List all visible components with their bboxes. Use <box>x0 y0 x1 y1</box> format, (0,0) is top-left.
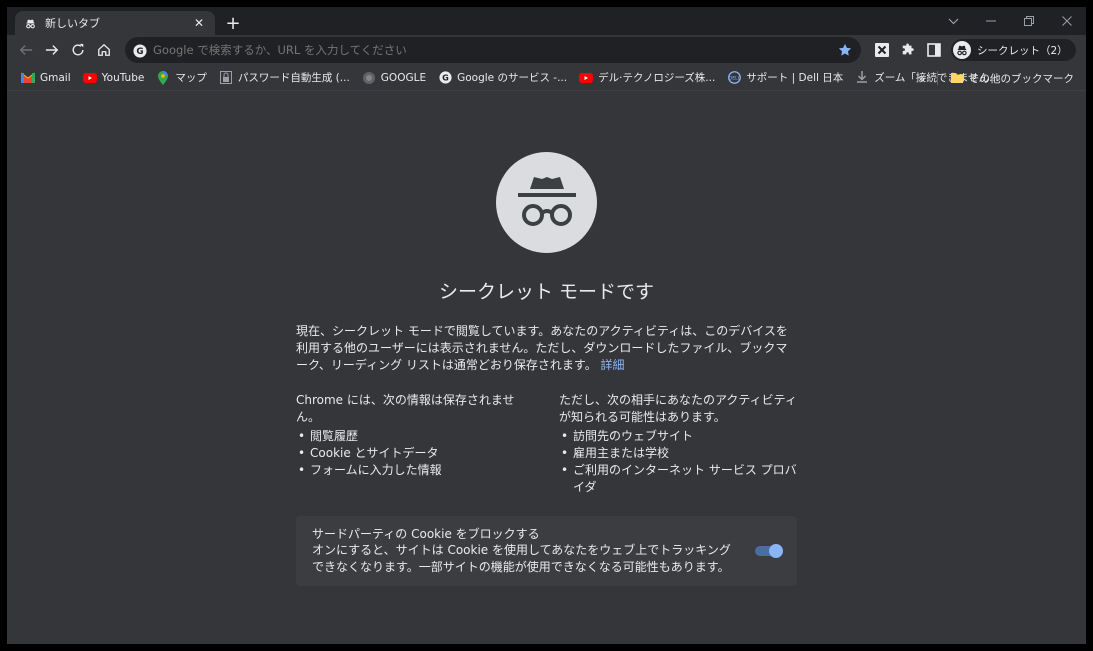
bookmark-label: Gmail <box>40 71 71 84</box>
cookie-card-body: オンにすると、サイトは Cookie を使用してあなたをウェブ上でトラッキングで… <box>312 543 731 574</box>
bookmark-password[interactable]: パスワード自動生成 (... <box>213 67 356 89</box>
back-icon[interactable] <box>13 37 39 63</box>
home-icon[interactable] <box>91 37 117 63</box>
bookmark-label: マップ <box>175 72 207 84</box>
other-bookmarks-folder[interactable]: その他のブックマーク <box>944 67 1080 89</box>
third-party-cookie-card: サードパーティの Cookie をブロックする オンにすると、サイトは Cook… <box>296 516 797 586</box>
bookmark-maps[interactable]: マップ <box>150 67 213 89</box>
not-saved-column: Chrome には、次の情報は保存されません。 閲覧履歴 Cookie とサイト… <box>296 392 536 479</box>
extensions-puzzle-icon[interactable] <box>895 37 921 63</box>
extension-x-icon[interactable] <box>869 37 895 63</box>
incognito-description: 現在、シークレット モードで閲覧しています。あなたのアクティビティは、このデバイ… <box>296 323 796 374</box>
svg-text:G: G <box>136 47 143 57</box>
youtube-icon <box>82 71 97 85</box>
list-item: フォームに入力した情報 <box>296 462 536 479</box>
list-item: Cookie とサイトデータ <box>296 445 536 462</box>
bookmark-label: パスワード自動生成 (... <box>237 72 350 84</box>
window-controls <box>934 7 1086 35</box>
not-saved-title: Chrome には、次の情報は保存されません。 <box>296 393 515 424</box>
svg-text:DELL: DELL <box>728 75 740 81</box>
list-item: 閲覧履歴 <box>296 428 536 445</box>
list-item: 雇用主または学校 <box>559 445 799 462</box>
bookmark-youtube[interactable]: YouTube <box>77 67 151 89</box>
visible-to-column: ただし、次の相手にあなたのアクティビティが知られる可能性はあります。 訪問先のウ… <box>559 392 799 496</box>
dell-icon: DELL <box>727 71 741 85</box>
close-window-icon[interactable] <box>1048 7 1086 35</box>
bookmark-google-caps[interactable]: GOOGLE <box>356 67 432 89</box>
toolbar: G シークレット（2） <box>7 35 1086 65</box>
omnibox-input[interactable] <box>153 43 837 57</box>
tab-title: 新しいタブ <box>45 17 100 30</box>
bookmark-label: Google のサービス -... <box>457 72 568 84</box>
google-icon: G <box>133 43 147 58</box>
description-text: 現在、シークレット モードで閲覧しています。あなたのアクティビティは、このデバイ… <box>296 324 788 372</box>
bookmark-label: サポート | Dell 日本 <box>746 72 844 84</box>
incognito-avatar-icon <box>953 41 971 59</box>
youtube-icon <box>579 71 594 85</box>
bookmarks-bar: Gmail YouTube マップ パスワード自動生成 (... GOOGLE <box>7 65 1086 91</box>
folder-icon <box>950 71 964 85</box>
password-icon <box>219 71 233 85</box>
globe-icon <box>362 71 376 85</box>
svg-text:G: G <box>442 72 449 82</box>
tab-search-chevron-icon[interactable] <box>934 7 972 35</box>
google-icon: G <box>438 71 452 85</box>
incognito-hero-icon <box>496 152 597 253</box>
minimize-icon[interactable] <box>972 7 1010 35</box>
omnibox[interactable]: G <box>125 37 861 63</box>
list-item: 訪問先のウェブサイト <box>559 428 799 445</box>
learn-more-link[interactable]: 詳細 <box>601 358 625 372</box>
cookie-card-title: サードパーティの Cookie をブロックする <box>312 527 540 541</box>
browser-window: 新しいタブ ✕ + G Google で検索するか、URL を入力してください … <box>7 7 1086 644</box>
other-bookmarks-label: その他のブックマーク <box>969 72 1074 85</box>
toggle-knob <box>769 544 783 558</box>
profile-label: シークレット（2） <box>977 44 1068 57</box>
restore-icon[interactable] <box>1010 7 1048 35</box>
new-tab-button[interactable]: + <box>223 13 243 34</box>
cookie-block-toggle[interactable] <box>755 544 783 558</box>
forward-icon[interactable] <box>39 37 65 63</box>
bookmark-label: YouTube <box>101 71 145 84</box>
gmail-icon <box>21 71 35 85</box>
incognito-page: シークレット モードです 現在、シークレット モードで閲覧しています。あなたのア… <box>7 92 1086 644</box>
bookmark-gmail[interactable]: Gmail <box>15 67 77 89</box>
visible-to-title: ただし、次の相手にあなたのアクティビティが知られる可能性はあります。 <box>559 393 797 424</box>
side-panel-icon[interactable] <box>921 37 947 63</box>
bookmark-dell-technologies[interactable]: デル·テクノロジーズ株... <box>573 67 721 89</box>
bookmarks-overflow-button[interactable]: » <box>912 72 931 85</box>
not-saved-list: 閲覧履歴 Cookie とサイトデータ フォームに入力した情報 <box>296 428 536 479</box>
bookmark-label: デル·テクノロジーズ株... <box>598 72 716 84</box>
profile-button[interactable]: シークレット（2） <box>951 39 1076 61</box>
maps-icon <box>156 70 170 85</box>
bookmark-google-services[interactable]: G Google のサービス -... <box>432 67 573 89</box>
tab-new-tab[interactable]: 新しいタブ ✕ <box>15 11 215 35</box>
list-item: ご利用のインターネット サービス プロバイダ <box>559 462 799 496</box>
bookmark-dell-support[interactable]: DELL サポート | Dell 日本 <box>721 67 849 89</box>
bookmark-label: GOOGLE <box>380 71 427 84</box>
reload-icon[interactable] <box>65 37 91 63</box>
incognito-icon <box>23 16 37 30</box>
tab-close-icon[interactable]: ✕ <box>191 15 207 31</box>
bookmark-star-icon[interactable] <box>837 42 853 58</box>
download-icon <box>855 71 869 85</box>
kebab-menu-icon[interactable] <box>1082 37 1086 63</box>
tab-strip: 新しいタブ ✕ + <box>7 7 1086 35</box>
bookmarks-right: » その他のブックマーク <box>912 67 1080 89</box>
page-title: シークレット モードです <box>438 281 655 303</box>
toolbar-actions: シークレット（2） <box>869 37 1086 63</box>
bookmarks-separator <box>937 71 938 85</box>
visible-to-list: 訪問先のウェブサイト 雇用主または学校 ご利用のインターネット サービス プロバ… <box>559 428 799 496</box>
